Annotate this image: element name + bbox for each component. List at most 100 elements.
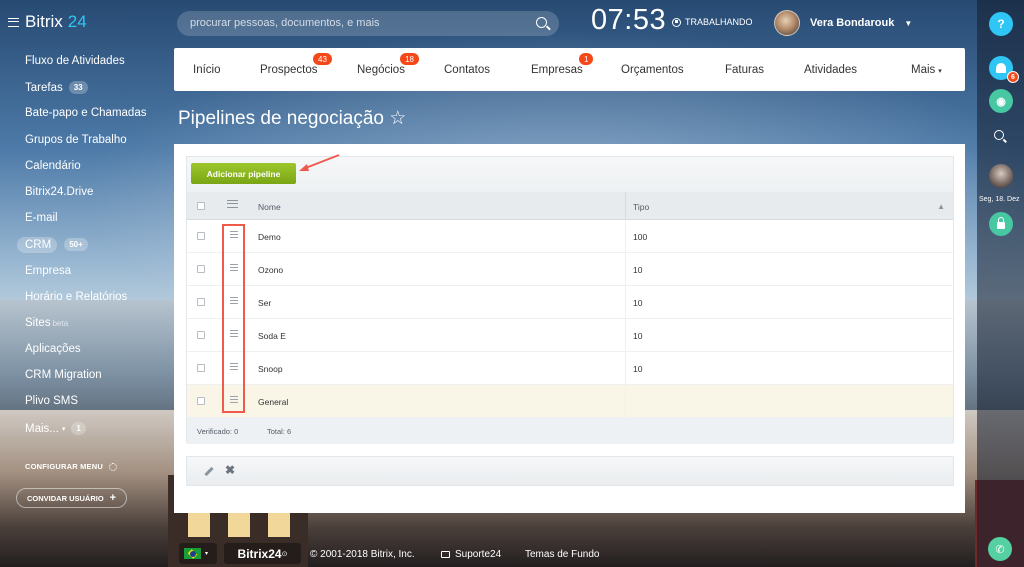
- tab-orcamentos[interactable]: Orçamentos: [621, 64, 684, 76]
- tab-label: Prospectos: [260, 64, 318, 76]
- sidebar-item-sites[interactable]: Sites beta: [25, 317, 68, 329]
- sidebar-item-fluxo[interactable]: Fluxo de Atividades: [25, 55, 125, 67]
- row-checkbox[interactable]: [197, 232, 205, 240]
- lock-button[interactable]: [989, 212, 1013, 236]
- annotation-highlight-box: [222, 224, 245, 413]
- sidebar-counter: 50+: [64, 238, 88, 251]
- row-checkbox[interactable]: [197, 265, 205, 273]
- add-pipeline-button[interactable]: Adicionar pipeline: [191, 163, 296, 184]
- table-row[interactable]: General: [187, 385, 953, 418]
- tab-empresas[interactable]: Empresas 1: [531, 53, 594, 76]
- menu-icon[interactable]: [8, 17, 19, 27]
- table-row[interactable]: Demo 100: [187, 220, 953, 253]
- sidebar-item-grupos[interactable]: Grupos de Trabalho: [25, 134, 127, 146]
- tab-contatos[interactable]: Contatos: [444, 64, 490, 76]
- rail-contact-avatar[interactable]: [989, 164, 1013, 188]
- row-tipo: 10: [633, 298, 643, 308]
- sidebar-item-label: Plivo SMS: [25, 395, 79, 407]
- row-tipo: 10: [633, 364, 643, 374]
- sidebar-item-chat[interactable]: Bate-papo e Chamadas: [25, 107, 146, 119]
- language-selector[interactable]: ▾: [179, 543, 217, 564]
- sidebar-item-plivo[interactable]: Plivo SMS: [25, 395, 78, 407]
- sidebar-item-calendario[interactable]: Calendário: [25, 160, 81, 172]
- tab-mais[interactable]: Mais ▾: [911, 64, 942, 76]
- sidebar-counter: 1: [71, 422, 86, 435]
- column-header-tipo[interactable]: Tipo: [633, 202, 649, 212]
- notifications-button[interactable]: 6: [989, 56, 1019, 83]
- search-bar[interactable]: [177, 11, 559, 36]
- total-count: Total: 6: [267, 427, 292, 436]
- invite-user-button[interactable]: CONVIDAR USUÁRIO +: [16, 488, 128, 508]
- table-row[interactable]: Soda E 10: [187, 319, 953, 352]
- phone-button[interactable]: ✆: [988, 537, 1012, 561]
- star-icon[interactable]: ☆: [389, 108, 406, 129]
- tab-negocios[interactable]: Negócios 18: [357, 53, 419, 76]
- bitrix24-footer-logo[interactable]: Bitrix24 ⊙: [224, 543, 301, 564]
- themes-link[interactable]: Temas de Fundo: [525, 541, 600, 567]
- chevron-down-icon: ▾: [205, 551, 209, 557]
- pencil-icon[interactable]: [204, 466, 214, 477]
- sidebar-item-mais[interactable]: Mais... ▾ 1: [25, 422, 86, 435]
- column-settings-icon[interactable]: [227, 200, 238, 208]
- user-name: Vera Bondarouk: [810, 17, 895, 29]
- avatar[interactable]: [774, 10, 800, 36]
- sidebar-item-drive[interactable]: Bitrix24.Drive: [25, 186, 93, 198]
- search-icon[interactable]: [536, 17, 547, 28]
- row-checkbox[interactable]: [197, 397, 205, 405]
- row-tipo: 100: [633, 232, 648, 242]
- row-checkbox[interactable]: [197, 331, 205, 339]
- gear-icon: [109, 463, 117, 472]
- row-checkbox[interactable]: [197, 364, 205, 372]
- notification-count: 6: [1007, 71, 1019, 83]
- tab-faturas[interactable]: Faturas: [725, 64, 764, 76]
- sidebar-item-tarefas[interactable]: Tarefas 33: [25, 81, 88, 94]
- help-button[interactable]: ?: [989, 12, 1013, 36]
- clock[interactable]: 07:53: [591, 4, 666, 37]
- copyright: © 2001-2018 Bitrix, Inc.: [310, 548, 415, 560]
- clock-icon: ⊙: [281, 550, 288, 558]
- messenger-button[interactable]: ◉: [989, 89, 1013, 113]
- rail-date: Seg, 18. Dez: [979, 196, 1020, 203]
- sidebar-item-crm[interactable]: CRM 50+: [25, 238, 88, 251]
- row-checkbox[interactable]: [197, 298, 205, 306]
- work-status[interactable]: TRABALHANDO: [672, 17, 753, 27]
- delete-icon[interactable]: ✖: [225, 463, 235, 477]
- sidebar-item-horario[interactable]: Horário e Relatórios: [25, 291, 127, 303]
- bell-icon: [996, 63, 1006, 73]
- top-bar: Bitrix 24 07:53 TRABALHANDO Vera Bondaro…: [0, 0, 977, 47]
- tab-prospectos[interactable]: Prospectos 43: [260, 53, 332, 76]
- tab-label: Contatos: [444, 64, 491, 76]
- lock-icon: [997, 217, 1005, 229]
- sort-icon[interactable]: ▲: [937, 202, 945, 211]
- user-menu[interactable]: Vera Bondarouk ▼: [774, 10, 912, 36]
- sidebar-item-empresa[interactable]: Empresa: [25, 265, 71, 277]
- tab-label: Mais: [911, 64, 936, 76]
- rail-search-icon[interactable]: [994, 130, 1004, 140]
- chevron-down-icon: ▼: [904, 18, 913, 28]
- column-header-name[interactable]: Nome: [258, 202, 281, 212]
- sidebar-item-aplicacoes[interactable]: Aplicações: [25, 343, 81, 355]
- select-all-checkbox[interactable]: [197, 202, 205, 210]
- support-link[interactable]: Suporte24: [441, 541, 501, 567]
- logo[interactable]: Bitrix 24: [8, 12, 87, 32]
- help-icon: ?: [997, 17, 1005, 31]
- search-input[interactable]: [190, 17, 520, 29]
- work-status-label: TRABALHANDO: [685, 17, 753, 27]
- sidebar-item-label: Calendário: [25, 160, 81, 172]
- tab-label: Início: [193, 64, 221, 76]
- table-row[interactable]: Snoop 10: [187, 352, 953, 385]
- table-row[interactable]: Ser 10: [187, 286, 953, 319]
- sidebar-item-label: Bitrix24.Drive: [25, 186, 94, 198]
- table-row[interactable]: Ozono 10: [187, 253, 953, 286]
- sidebar-counter: 33: [68, 81, 88, 94]
- sidebar-item-crm-migration[interactable]: CRM Migration: [25, 369, 102, 381]
- tab-inicio[interactable]: Início: [193, 64, 221, 76]
- chat-icon: ◉: [996, 95, 1006, 108]
- tab-atividades[interactable]: Atividades: [804, 64, 857, 76]
- row-name: General: [258, 397, 289, 407]
- sidebar-item-label: E-mail: [25, 212, 58, 224]
- row-name: Ser: [258, 298, 272, 308]
- configure-menu[interactable]: CONFIGURAR MENU: [25, 462, 117, 472]
- tab-label: Faturas: [725, 64, 764, 76]
- sidebar-item-email[interactable]: E-mail: [25, 212, 58, 224]
